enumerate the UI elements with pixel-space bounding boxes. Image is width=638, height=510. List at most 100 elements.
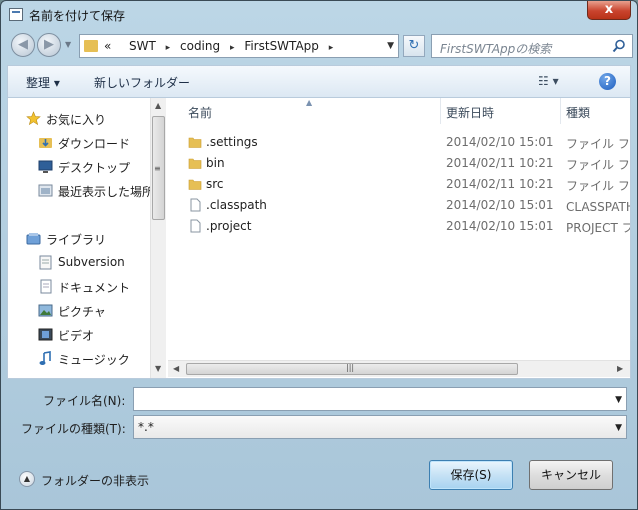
breadcrumb-overflow[interactable]: « [104,39,111,53]
filetype-select[interactable]: *.* ▼ [133,415,627,439]
file-date: 2014/02/10 15:01 [446,198,554,212]
help-icon[interactable]: ? [599,73,616,90]
window-app-icon [9,8,23,21]
hide-folders-label: フォルダーの非表示 [41,474,150,488]
close-button[interactable]: x [587,1,631,20]
nav-item-downloads[interactable]: ダウンロード [8,132,152,154]
save-button[interactable]: 保存(S) [429,460,513,490]
save-as-dialog: 名前を付けて保存 x ◀ ▶ ▼ « SWT ▸ coding ▸ FirstS… [0,0,638,510]
nav-item-documents[interactable]: ドキュメント [8,276,152,298]
search-input[interactable]: FirstSWTAppの検索 [431,34,633,58]
download-folder-icon [39,138,52,148]
breadcrumb-item-coding[interactable]: coding [180,39,220,53]
chevron-down-icon[interactable]: ▼ [615,395,622,405]
file-type: ファイル フォルダー [566,179,630,193]
nav-item-label: ビデオ [58,329,95,343]
file-icon [190,198,201,212]
documents-icon [40,279,52,294]
file-type: ファイル フォルダー [566,137,630,151]
chevron-right-icon[interactable]: ▸ [329,43,334,53]
scroll-left-icon[interactable]: ◀ [173,364,179,373]
cancel-button[interactable]: キャンセル [529,460,613,490]
navigation-pane: お気に入り ダウンロード デスクトップ 最近表示した場所 ライブラリ Subve… [8,98,166,378]
column-header-date[interactable]: 更新日時 [446,98,494,124]
recent-pages-dropdown-icon[interactable]: ▼ [65,40,71,49]
file-date: 2014/02/11 10:21 [446,177,554,191]
horizontal-scrollbar[interactable]: ◀ ||| ▶ [168,360,630,377]
forward-button[interactable]: ▶ [37,33,61,57]
recent-places-icon [38,184,53,197]
new-folder-button[interactable]: 新しいフォルダー [94,74,190,91]
file-type: CLASSPATH ファイル [566,200,630,214]
file-row[interactable]: .project 2014/02/10 15:01 PROJECT ファイル [168,216,630,237]
search-placeholder: FirstSWTAppの検索 [440,42,552,56]
refresh-button[interactable]: ↻ [403,35,425,57]
file-row[interactable]: bin 2014/02/11 10:21 ファイル フォルダー [168,153,630,174]
column-header-type[interactable]: 種類 [566,98,590,124]
nav-item-label: ライブラリ [46,233,107,247]
browser-pane: お気に入り ダウンロード デスクトップ 最近表示した場所 ライブラリ Subve… [7,97,631,379]
file-date: 2014/02/11 10:21 [446,156,554,170]
desktop-icon [38,160,53,173]
nav-item-label: ミュージック [58,353,130,367]
file-date: 2014/02/10 15:01 [446,219,554,233]
nav-scrollbar[interactable]: ▲ ≡ ▼ [150,98,166,378]
chevron-right-icon[interactable]: ▸ [166,43,171,53]
filename-label: ファイル名(N): [43,394,126,408]
column-divider[interactable] [440,98,441,124]
nav-item-videos[interactable]: ビデオ [8,324,152,346]
library-icon [26,233,41,245]
nav-item-label: お気に入り [46,113,107,127]
breadcrumb-item-firstswtapp[interactable]: FirstSWTApp [244,39,319,53]
file-row[interactable]: .classpath 2014/02/10 15:01 CLASSPATH ファ… [168,195,630,216]
file-type: PROJECT ファイル [566,221,630,235]
nav-item-subversion[interactable]: Subversion [8,252,152,274]
column-divider[interactable] [560,98,561,124]
file-row[interactable]: src 2014/02/11 10:21 ファイル フォルダー [168,174,630,195]
title-bar[interactable]: 名前を付けて保存 x [1,1,637,29]
search-icon[interactable] [612,39,626,53]
file-date: 2014/02/10 15:01 [446,135,554,149]
organize-menu[interactable]: 整理 ▾ [26,74,60,91]
nav-item-recent-places[interactable]: 最近表示した場所 [8,180,152,202]
filetype-value: *.* [138,420,154,434]
file-type: ファイル フォルダー [566,158,630,172]
file-name: .settings [206,135,258,149]
grip-icon: ||| [346,363,355,372]
scroll-up-icon[interactable]: ▲ [155,101,161,110]
file-icon [190,219,201,233]
music-icon [39,351,51,365]
chevron-down-icon[interactable]: ▼ [615,423,622,433]
folder-icon [188,179,202,190]
nav-item-label: 最近表示した場所 [58,185,152,199]
back-button[interactable]: ◀ [11,33,35,57]
column-header-name[interactable]: 名前 [188,98,212,124]
document-icon [39,255,52,270]
nav-item-pictures[interactable]: ピクチャ [8,300,152,322]
file-name: bin [206,156,225,170]
videos-icon [38,328,53,341]
scroll-down-icon[interactable]: ▼ [155,364,161,373]
nav-item-label: デスクトップ [58,161,131,175]
nav-item-libraries[interactable]: ライブラリ [8,228,152,250]
nav-item-desktop[interactable]: デスクトップ [8,156,152,178]
chevron-down-icon[interactable]: ▼ [387,41,394,51]
breadcrumb-item-swt[interactable]: SWT [129,39,156,53]
nav-item-favorites[interactable]: お気に入り [8,108,152,130]
scroll-right-icon[interactable]: ▶ [617,364,623,373]
file-name: .project [206,219,252,233]
file-row[interactable]: .settings 2014/02/10 15:01 ファイル フォルダー [168,132,630,153]
nav-item-label: ピクチャ [58,305,106,319]
pictures-icon [38,304,53,317]
command-bar: 整理 ▾ 新しいフォルダー ☷ ▾ ? [7,65,631,97]
grip-icon: ≡ [154,164,161,173]
view-options-button[interactable]: ☷ ▾ [538,74,559,88]
filename-field[interactable]: ▼ [133,387,627,411]
nav-item-music[interactable]: ミュージック [8,348,152,370]
nav-item-label: ドキュメント [58,281,131,295]
file-name: .classpath [206,198,267,212]
breadcrumb: « SWT ▸ coding ▸ FirstSWTApp ▸ [104,39,339,53]
filetype-label: ファイルの種類(T): [21,422,126,436]
address-bar[interactable]: « SWT ▸ coding ▸ FirstSWTApp ▸ ▼ [79,34,399,58]
chevron-right-icon[interactable]: ▸ [230,43,235,53]
